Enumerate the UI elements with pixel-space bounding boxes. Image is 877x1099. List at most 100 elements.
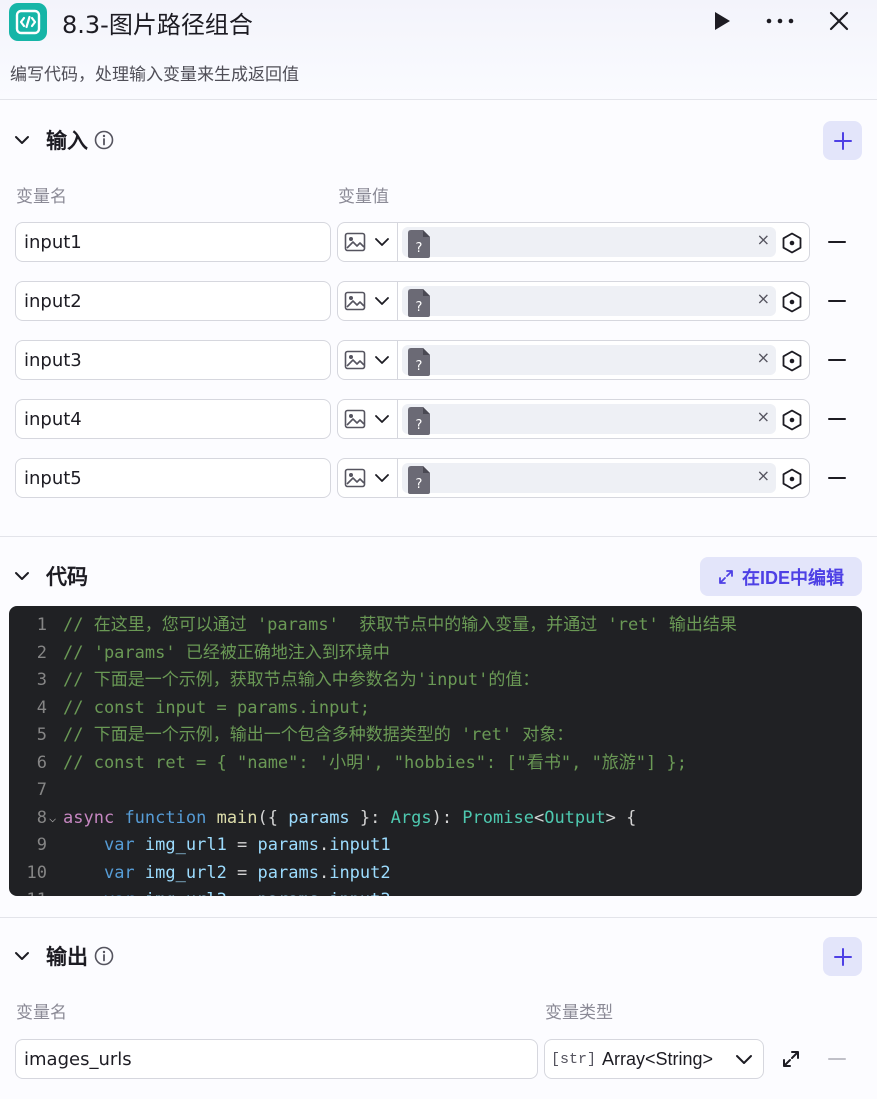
code-section-title: 代码 [46, 565, 88, 589]
variable-reference-icon[interactable] [781, 468, 803, 490]
file-value-chip[interactable]: ? × [402, 345, 776, 376]
input-type-select[interactable] [337, 281, 397, 321]
remove-input-button[interactable] [825, 230, 849, 254]
code-line[interactable]: 1 // 在这里，您可以通过 'params' 获取节点中的输入变量，并通过 'r… [9, 612, 862, 639]
code-line[interactable]: 11 var img_url3 = params.input3 [9, 887, 862, 896]
edit-in-ide-label: 在IDE中编辑 [741, 567, 844, 588]
section-divider [0, 536, 877, 537]
minus-icon [828, 418, 846, 420]
unknown-file-icon: ? [408, 289, 430, 317]
string-type-icon: [str] [551, 1050, 597, 1068]
expand-output-button[interactable] [779, 1047, 803, 1071]
input-type-select[interactable] [337, 458, 397, 498]
chevron-down-icon [375, 356, 389, 364]
input-name-field[interactable]: input1 [15, 222, 331, 262]
unknown-file-icon: ? [408, 466, 430, 494]
output-section-header[interactable]: 输出 [12, 940, 114, 972]
line-number: 9 [36, 835, 47, 855]
code-line[interactable]: 3 // 下面是一个示例，获取节点输入中参数名为'input'的值： [9, 667, 862, 694]
remove-input-button[interactable] [825, 466, 849, 490]
output-name-input[interactable]: images_urls [15, 1039, 538, 1079]
input-name-field[interactable]: input2 [15, 281, 331, 321]
input-value-field[interactable]: ? × [397, 222, 810, 262]
line-number: 8 [36, 807, 47, 828]
info-icon[interactable] [94, 130, 114, 150]
clear-icon[interactable]: × [757, 407, 770, 426]
expand-icon [783, 1051, 799, 1067]
code-editor[interactable]: 1 // 在这里，您可以通过 'params' 获取节点中的输入变量，并通过 'r… [9, 606, 862, 896]
code-section-header[interactable]: 代码 [12, 560, 88, 592]
chevron-down-icon[interactable] [12, 946, 32, 966]
input-name-field[interactable]: input4 [15, 399, 331, 439]
svg-text:?: ? [416, 241, 423, 256]
code-line[interactable]: 5 // 下面是一个示例，输出一个包含多种数据类型的 'ret' 对象： [9, 722, 862, 749]
file-value-chip[interactable]: ? × [402, 463, 776, 494]
input-type-select[interactable] [337, 340, 397, 380]
code-icon [15, 9, 41, 35]
edit-in-ide-button[interactable]: 在IDE中编辑 [700, 557, 862, 596]
code-text: var img_url3 = params.input3 [63, 887, 391, 896]
add-input-button[interactable] [823, 121, 862, 160]
line-number: 7 [36, 780, 47, 800]
node-description[interactable]: 编写代码，处理输入变量来生成返回值 [10, 60, 299, 85]
input-name-field[interactable]: input3 [15, 340, 331, 380]
minus-icon [828, 300, 846, 302]
clear-icon[interactable]: × [757, 230, 770, 249]
code-line[interactable]: 10 var img_url2 = params.input2 [9, 860, 862, 887]
variable-reference-icon[interactable] [781, 232, 803, 254]
code-line[interactable]: 4 // const input = params.input; [9, 695, 862, 722]
code-line[interactable]: 6 // const ret = { "name": '小明', "hobbies… [9, 750, 862, 777]
file-value-chip[interactable]: ? × [402, 286, 776, 317]
line-number: 10 [26, 862, 47, 883]
clear-icon[interactable]: × [757, 466, 770, 485]
input-col-value: 变量值 [338, 187, 389, 207]
image-icon [344, 468, 366, 488]
code-line[interactable]: 9 var img_url1 = params.input1 [9, 832, 862, 859]
minus-icon [828, 241, 846, 243]
code-text: // const input = params.input; [63, 697, 371, 718]
more-button[interactable] [764, 5, 796, 37]
file-value-chip[interactable]: ? × [402, 404, 776, 435]
code-line[interactable]: 7 [9, 777, 862, 804]
add-output-button[interactable] [823, 937, 862, 976]
input-value-field[interactable]: ? × [397, 399, 810, 439]
code-text: // 'params' 已经被正确地注入到环境中 [63, 642, 390, 663]
variable-reference-icon[interactable] [781, 291, 803, 313]
node-title[interactable]: 8.3-图片路径组合 [62, 5, 253, 40]
close-button[interactable] [823, 5, 855, 37]
minus-icon [828, 359, 846, 361]
info-icon[interactable] [94, 946, 114, 966]
variable-reference-icon[interactable] [781, 350, 803, 372]
clear-icon[interactable]: × [757, 348, 770, 367]
input-value-field[interactable]: ? × [397, 458, 810, 498]
chevron-down-icon[interactable] [12, 566, 32, 586]
svg-text:?: ? [416, 477, 423, 492]
fold-chevron-icon[interactable]: ⌵ [49, 805, 56, 832]
expand-icon [719, 569, 733, 584]
chevron-down-icon[interactable] [12, 130, 32, 150]
chevron-down-icon [736, 1055, 752, 1064]
remove-input-button[interactable] [825, 348, 849, 372]
input-col-name: 变量名 [16, 187, 67, 207]
remove-output-button[interactable] [825, 1047, 849, 1071]
output-col-type: 变量类型 [545, 1003, 613, 1023]
code-line[interactable]: 8 ⌵ async function main({ params }: Args):… [9, 805, 862, 832]
input-section-title: 输入 [46, 129, 88, 153]
input-value-field[interactable]: ? × [397, 281, 810, 321]
run-button[interactable] [706, 5, 738, 37]
variable-reference-icon[interactable] [781, 409, 803, 431]
input-value-field[interactable]: ? × [397, 340, 810, 380]
input-type-select[interactable] [337, 399, 397, 439]
svg-text:?: ? [416, 418, 423, 433]
clear-icon[interactable]: × [757, 289, 770, 308]
code-line[interactable]: 2 // 'params' 已经被正确地注入到环境中 [9, 640, 862, 667]
remove-input-button[interactable] [825, 407, 849, 431]
output-type-select[interactable]: [str] Array<String> [544, 1039, 764, 1079]
input-type-select[interactable] [337, 222, 397, 262]
input-section-header[interactable]: 输入 [12, 124, 114, 156]
remove-input-button[interactable] [825, 289, 849, 313]
file-value-chip[interactable]: ? × [402, 227, 776, 258]
svg-text:?: ? [416, 300, 423, 315]
section-divider [0, 917, 877, 918]
input-name-field[interactable]: input5 [15, 458, 331, 498]
